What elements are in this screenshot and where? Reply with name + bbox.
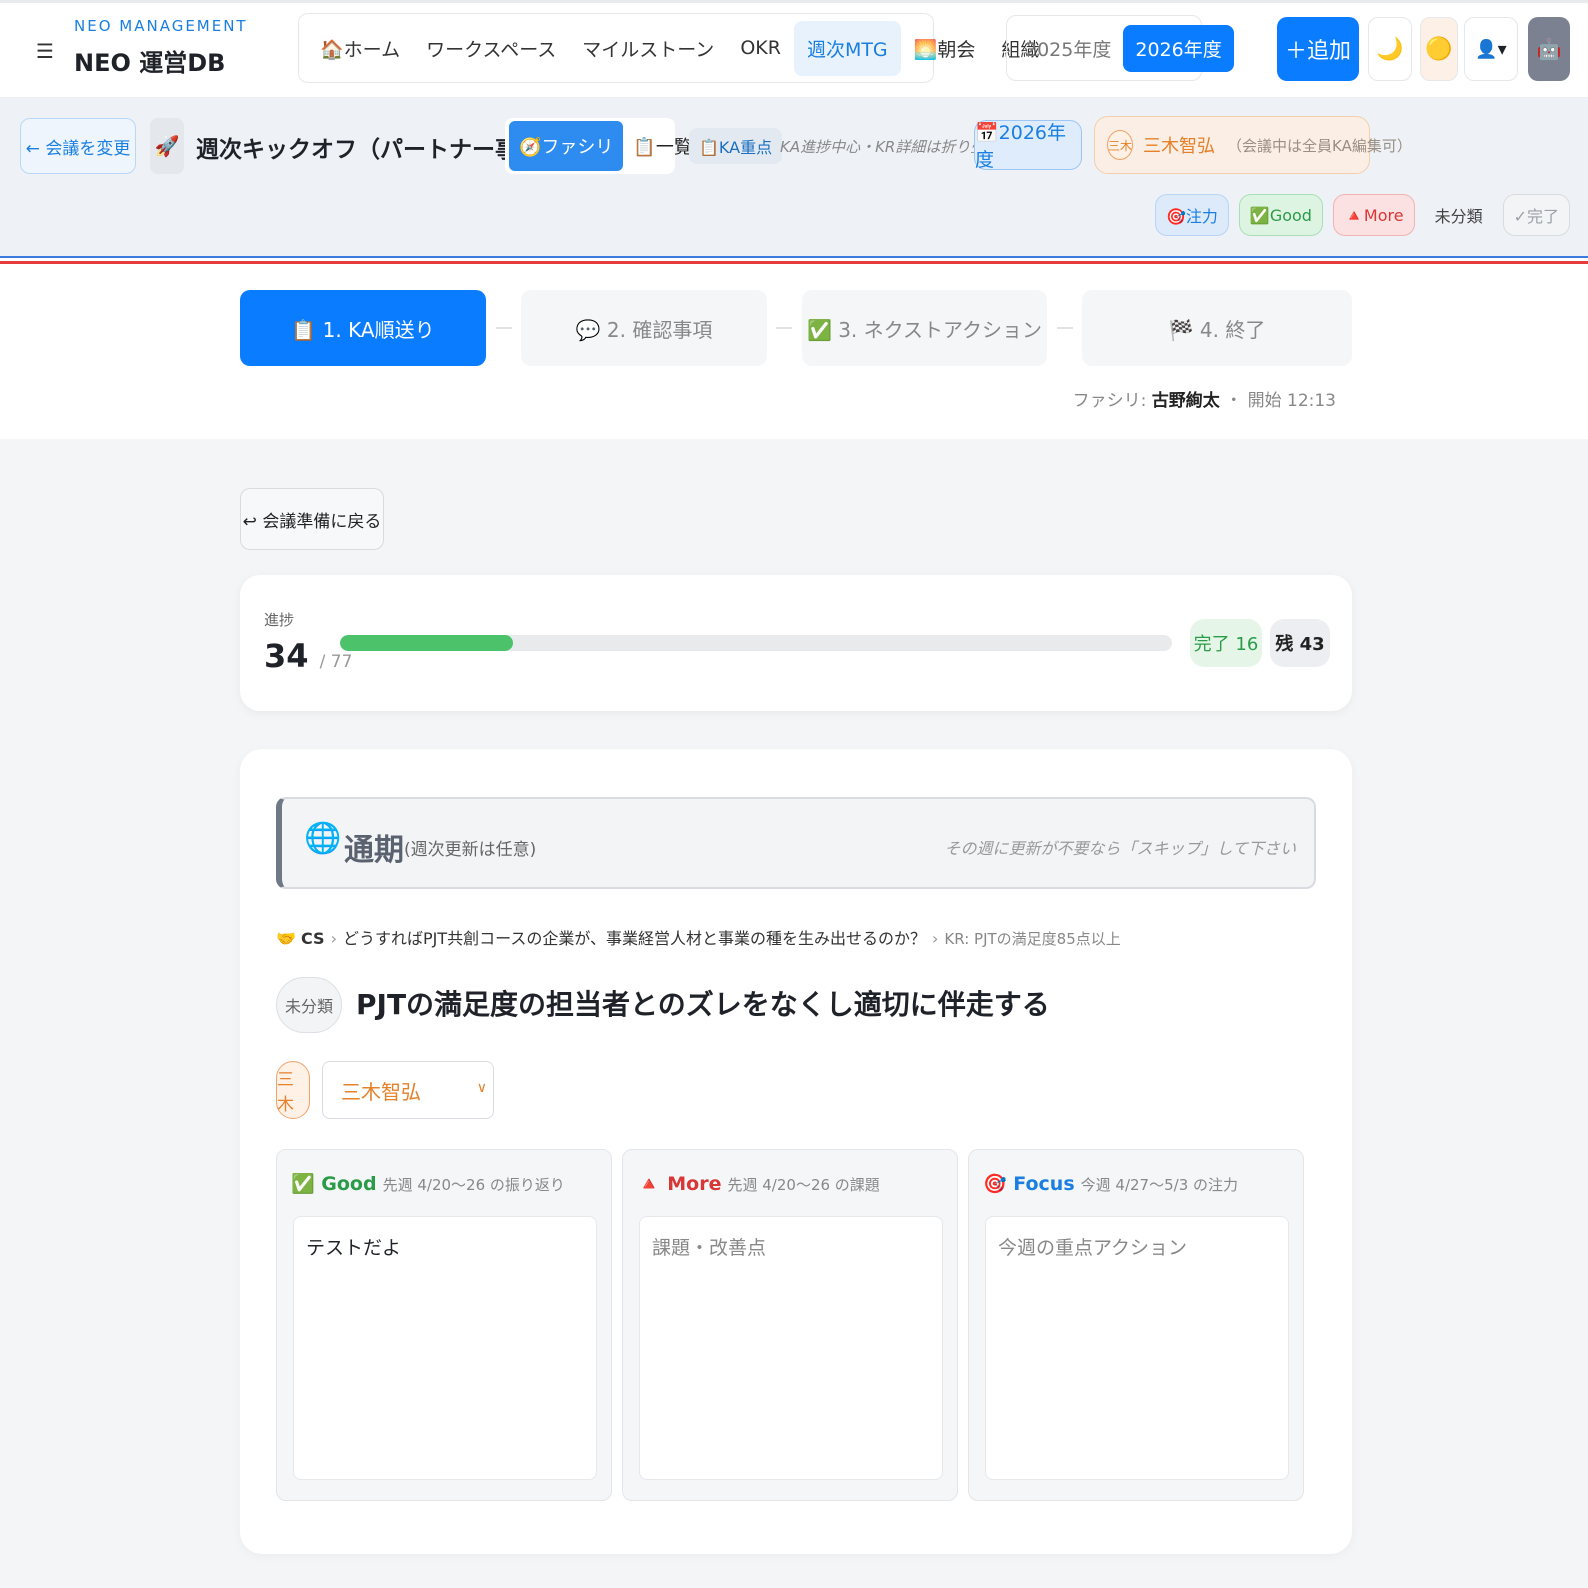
step-finish[interactable]: 🏁 4. 終了: [1082, 290, 1352, 366]
remaining-count-badge: 残 43: [1270, 619, 1330, 667]
rocket-icon: 🚀: [150, 118, 184, 174]
facilitator-label: ファシリ:: [1072, 391, 1152, 411]
filter-focus[interactable]: 🎯注力: [1154, 194, 1229, 236]
step-separator: [496, 327, 512, 329]
breadcrumb-team[interactable]: CS: [301, 929, 325, 948]
year-chip[interactable]: 📅2026年度: [974, 120, 1082, 171]
start-time: ・ 開始 12:13: [1219, 391, 1336, 411]
filter-good[interactable]: ✅Good: [1238, 194, 1323, 236]
nav-milestone[interactable]: マイルストーン: [569, 21, 727, 76]
section-note: その週に更新が不要なら「スキップ」して下さい: [944, 839, 1296, 858]
facilitator-name: 古野絢太: [1151, 391, 1220, 411]
step-separator: [1057, 327, 1073, 329]
step-separator: [776, 327, 792, 329]
menu-icon[interactable]: ☰: [36, 39, 54, 63]
brand-title[interactable]: NEO 運営DB: [74, 43, 225, 78]
owner-chip[interactable]: 三木 三木智弘 （会議中は全員KA編集可）: [1094, 116, 1412, 174]
owner-note: （会議中は全員KA編集可）: [1227, 136, 1412, 155]
period-section-header: 🌐 通期 (週次更新は任意) その週に更新が不要なら「スキップ」して下さい: [276, 797, 1316, 889]
progress-total: / 77: [319, 652, 353, 672]
filter-uncategorized[interactable]: 未分類: [1425, 194, 1493, 236]
section-subtitle: (週次更新は任意): [404, 840, 537, 860]
light-icon[interactable]: 🟡: [1420, 17, 1458, 81]
owner-select[interactable]: 三木智弘 ∨: [322, 1061, 494, 1119]
user-menu-icon[interactable]: 👤▾: [1464, 17, 1518, 81]
good-textarea[interactable]: テストだよ: [293, 1216, 597, 1480]
moon-icon[interactable]: 🌙: [1368, 17, 1412, 81]
done-count-badge: 完了 16: [1190, 619, 1262, 667]
nav-workspace[interactable]: ワークスペース: [413, 21, 569, 76]
avatar: 三木: [276, 1061, 310, 1119]
divider-stripe: [0, 256, 1588, 264]
more-textarea[interactable]: 課題・改善点: [639, 1216, 943, 1480]
brand-subtitle: NEO MANAGEMENT: [74, 17, 248, 35]
year-2025[interactable]: 2025年度: [1013, 25, 1123, 72]
change-meeting-button[interactable]: ← 会議を変更: [20, 118, 136, 174]
breadcrumb-kr[interactable]: KR: PJTの満足度85点以上: [944, 930, 1120, 948]
nav-morning[interactable]: 🌅朝会: [901, 21, 989, 76]
year-2026[interactable]: 2026年度: [1123, 24, 1234, 72]
breadcrumb: 🤝 CS › どうすればPJT共創コースの企業が、事業経営人材と事業の種を生み出せる…: [276, 929, 1121, 948]
focus-column: 🎯 Focus 今週 4/27〜5/3 の注力 今週の重点アクション: [968, 1149, 1304, 1501]
progress-card: 進捗 34 / 77 完了 16 残 43: [240, 575, 1352, 711]
step-area: 📋 1. KA順送り 💬 2. 確認事項 ✅ 3. ネクストアクション 🏁 4.…: [0, 264, 1588, 439]
focus-textarea[interactable]: 今週の重点アクション: [985, 1216, 1289, 1480]
nav-home[interactable]: 🏠ホーム: [307, 21, 413, 76]
handshake-icon: 🤝: [276, 929, 296, 948]
globe-icon: 🌐: [304, 821, 342, 856]
add-button[interactable]: ＋追加: [1277, 17, 1359, 81]
ka-title: PJTの満足度の担当者とのズレをなくし適切に伴走する: [356, 988, 1050, 1021]
mode-switch: 🧭ファシリ 📋一覧: [505, 118, 692, 174]
progress-fill: [340, 635, 513, 651]
main-nav: 🏠ホーム ワークスペース マイルストーン OKR 週次MTG 🌅朝会 組織: [298, 13, 1039, 83]
owner-name: 三木智弘: [1143, 136, 1216, 157]
ka-focus-badge: 📋KA重点: [689, 128, 783, 164]
ka-focus-note: KA進捗中心・KR詳細は折り畳み: [780, 138, 1001, 156]
filter-done[interactable]: ✓完了: [1502, 194, 1570, 236]
focus-header: 🎯 Focus 今週 4/27〜5/3 の注力: [983, 1172, 1238, 1195]
nav-okr[interactable]: OKR: [727, 23, 794, 73]
good-sub: 先週 4/20〜26 の振り返り: [382, 1176, 565, 1194]
progress-bar: [340, 635, 1172, 651]
section-title: 通期: [344, 833, 404, 868]
filter-more[interactable]: 🔺More: [1332, 194, 1415, 236]
nav-weekly-mtg[interactable]: 週次MTG: [793, 20, 901, 76]
step-ka[interactable]: 📋 1. KA順送り: [240, 290, 486, 366]
chevron-down-icon: ∨: [476, 1080, 487, 1096]
facilitator-info: ファシリ: 古野絢太 ・ 開始 12:13: [1073, 386, 1336, 411]
owner-select-value: 三木智弘: [341, 1079, 421, 1104]
mode-facil-tab[interactable]: 🧭ファシリ: [509, 121, 624, 171]
more-label: 🔺 More: [637, 1173, 722, 1195]
good-label: ✅ Good: [291, 1173, 377, 1195]
good-column: ✅ Good 先週 4/20〜26 の振り返り テストだよ: [276, 1149, 612, 1501]
ka-card: 🌐 通期 (週次更新は任意) その週に更新が不要なら「スキップ」して下さい 🤝 …: [240, 749, 1352, 1554]
breadcrumb-objective[interactable]: どうすればPJT共創コースの企業が、事業経営人材と事業の種を生み出せるのか？: [343, 929, 926, 948]
back-to-prep-button[interactable]: ↩ 会議準備に戻る: [240, 488, 384, 550]
avatar: 三木: [1107, 130, 1134, 160]
top-bar: ☰ NEO MANAGEMENT NEO 運営DB 🏠ホーム ワークスペース マ…: [0, 0, 1588, 98]
step-next-action[interactable]: ✅ 3. ネクストアクション: [802, 290, 1047, 366]
step-confirm[interactable]: 💬 2. 確認事項: [521, 290, 767, 366]
progress-current: 34: [264, 637, 309, 675]
more-header: 🔺 More 先週 4/20〜26 の課題: [637, 1172, 880, 1195]
good-header: ✅ Good 先週 4/20〜26 の振り返り: [291, 1172, 565, 1195]
year-switch: 2025年度 2026年度: [1006, 15, 1234, 81]
meeting-bar: ← 会議を変更 🚀 週次キックオフ（パートナー事業部） 🧭ファシリ 📋一覧 📋K…: [0, 98, 1588, 256]
category-pill[interactable]: 未分類: [276, 977, 342, 1033]
filter-bar: 🎯注力 ✅Good 🔺More 未分類 ✓完了: [1154, 194, 1570, 236]
more-sub: 先週 4/20〜26 の課題: [727, 1176, 880, 1194]
more-column: 🔺 More 先週 4/20〜26 の課題 課題・改善点: [622, 1149, 958, 1501]
focus-label: 🎯 Focus: [983, 1173, 1075, 1195]
progress-label: 進捗: [264, 611, 295, 629]
robot-icon[interactable]: 🤖: [1528, 17, 1570, 81]
focus-sub: 今週 4/27〜5/3 の注力: [1080, 1176, 1239, 1194]
